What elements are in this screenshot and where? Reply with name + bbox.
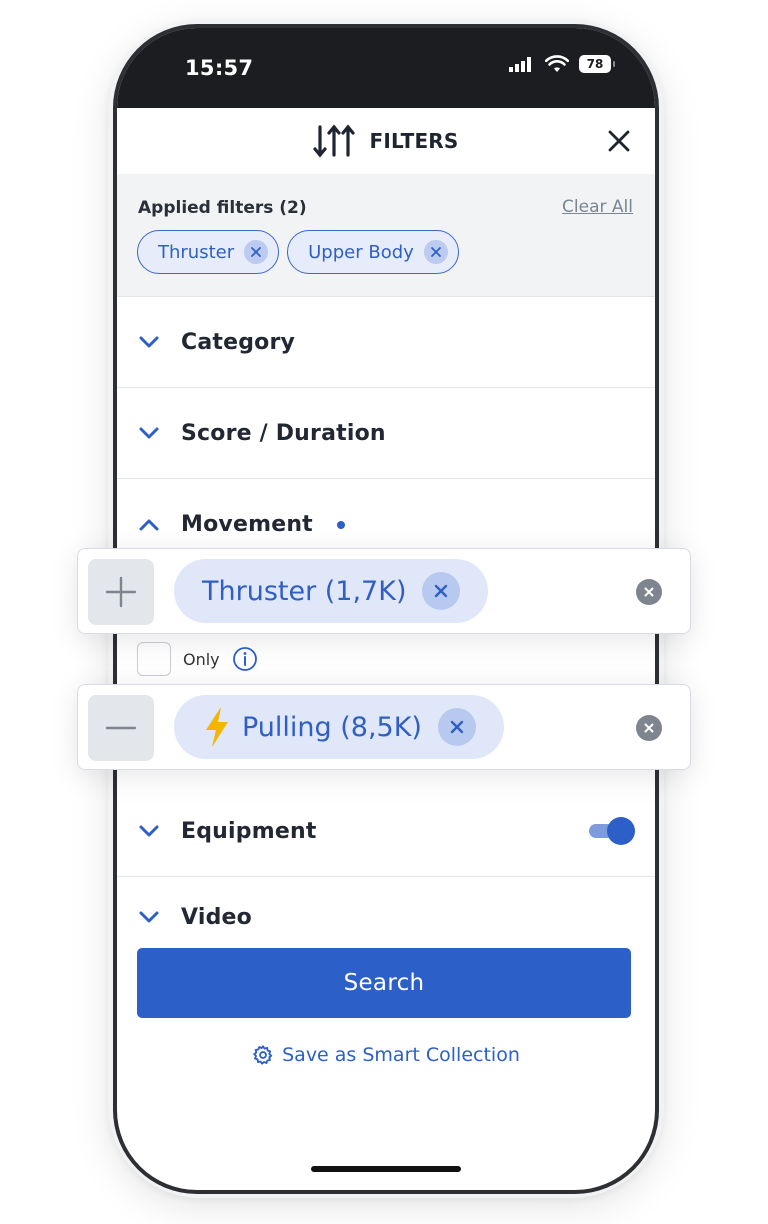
battery-indicator: 78 — [579, 55, 615, 73]
header-title-group: FILTERS — [313, 124, 458, 158]
applied-filters-title: Applied filters (2) — [138, 198, 307, 218]
sliders-icon — [313, 124, 356, 158]
chip-remove-icon[interactable] — [423, 240, 448, 264]
lightning-icon — [206, 707, 228, 747]
exclude-mode-button[interactable] — [88, 695, 154, 761]
close-icon — [644, 587, 654, 597]
chevron-down-icon — [139, 825, 159, 837]
minus-icon — [105, 726, 137, 730]
pill-remove-icon[interactable] — [422, 572, 461, 610]
remove-filter-button[interactable] — [636, 579, 662, 605]
chevron-down-icon — [139, 427, 159, 439]
toggle-knob — [607, 817, 635, 845]
include-mode-button[interactable] — [88, 559, 154, 625]
save-link-label: Save as Smart Collection — [282, 1044, 520, 1066]
remove-filter-button[interactable] — [636, 715, 662, 741]
filters-header: FILTERS — [117, 108, 655, 174]
cellular-signal-icon — [509, 57, 531, 72]
section-equipment[interactable]: Equipment — [117, 786, 655, 877]
applied-chip-upper-body[interactable]: Upper Body — [287, 230, 459, 274]
close-icon[interactable] — [605, 127, 633, 155]
only-option-row: Only — [137, 642, 258, 676]
section-category[interactable]: Category — [117, 297, 655, 388]
pill-remove-icon[interactable] — [437, 708, 476, 746]
only-label: Only — [183, 649, 220, 669]
status-time: 15:57 — [185, 56, 254, 80]
section-label: Category — [181, 329, 296, 355]
search-button[interactable]: Search — [137, 948, 631, 1018]
page-title: FILTERS — [369, 129, 459, 153]
section-label: Video — [181, 904, 252, 930]
filter-pill-pulling[interactable]: Pulling (8,5K) — [174, 695, 504, 759]
clear-all-link[interactable]: Clear All — [562, 197, 633, 217]
info-icon[interactable] — [232, 646, 258, 672]
chip-label: Upper Body — [308, 241, 414, 263]
applied-chips: Thruster Upper Body — [137, 230, 459, 274]
floating-filter-include: Thruster (1,7K) — [77, 548, 691, 634]
filter-pill-thruster[interactable]: Thruster (1,7K) — [174, 559, 489, 623]
section-score-duration[interactable]: Score / Duration — [117, 388, 655, 479]
applied-chip-thruster[interactable]: Thruster — [137, 230, 280, 274]
applied-filters-panel: Applied filters (2) Clear All Thruster U… — [117, 174, 655, 297]
equipment-toggle[interactable] — [589, 817, 635, 845]
chevron-up-icon — [139, 519, 159, 530]
chevron-down-icon — [139, 911, 159, 923]
section-label: Equipment — [181, 818, 317, 844]
chevron-down-icon — [139, 336, 159, 348]
filter-pill-label: Thruster (1,7K) — [202, 575, 407, 607]
wifi-icon — [545, 55, 569, 72]
save-smart-collection-link[interactable]: Save as Smart Collection — [117, 1044, 655, 1066]
status-icons: 78 — [509, 55, 615, 73]
section-label: Movement — [181, 512, 313, 537]
floating-filter-exclude: Pulling (8,5K) — [77, 684, 691, 770]
section-label: Score / Duration — [181, 420, 386, 446]
chip-remove-icon[interactable] — [244, 240, 269, 264]
home-indicator — [311, 1166, 461, 1172]
close-icon — [644, 723, 654, 733]
gear-icon — [253, 1045, 273, 1065]
active-indicator-dot — [336, 520, 345, 529]
status-bar: 15:57 78 — [117, 28, 655, 108]
section-video[interactable]: Video — [117, 877, 655, 957]
plus-icon — [105, 576, 137, 608]
chip-label: Thruster — [158, 241, 235, 263]
filter-pill-label: Pulling (8,5K) — [242, 711, 422, 743]
only-checkbox[interactable] — [137, 642, 171, 676]
